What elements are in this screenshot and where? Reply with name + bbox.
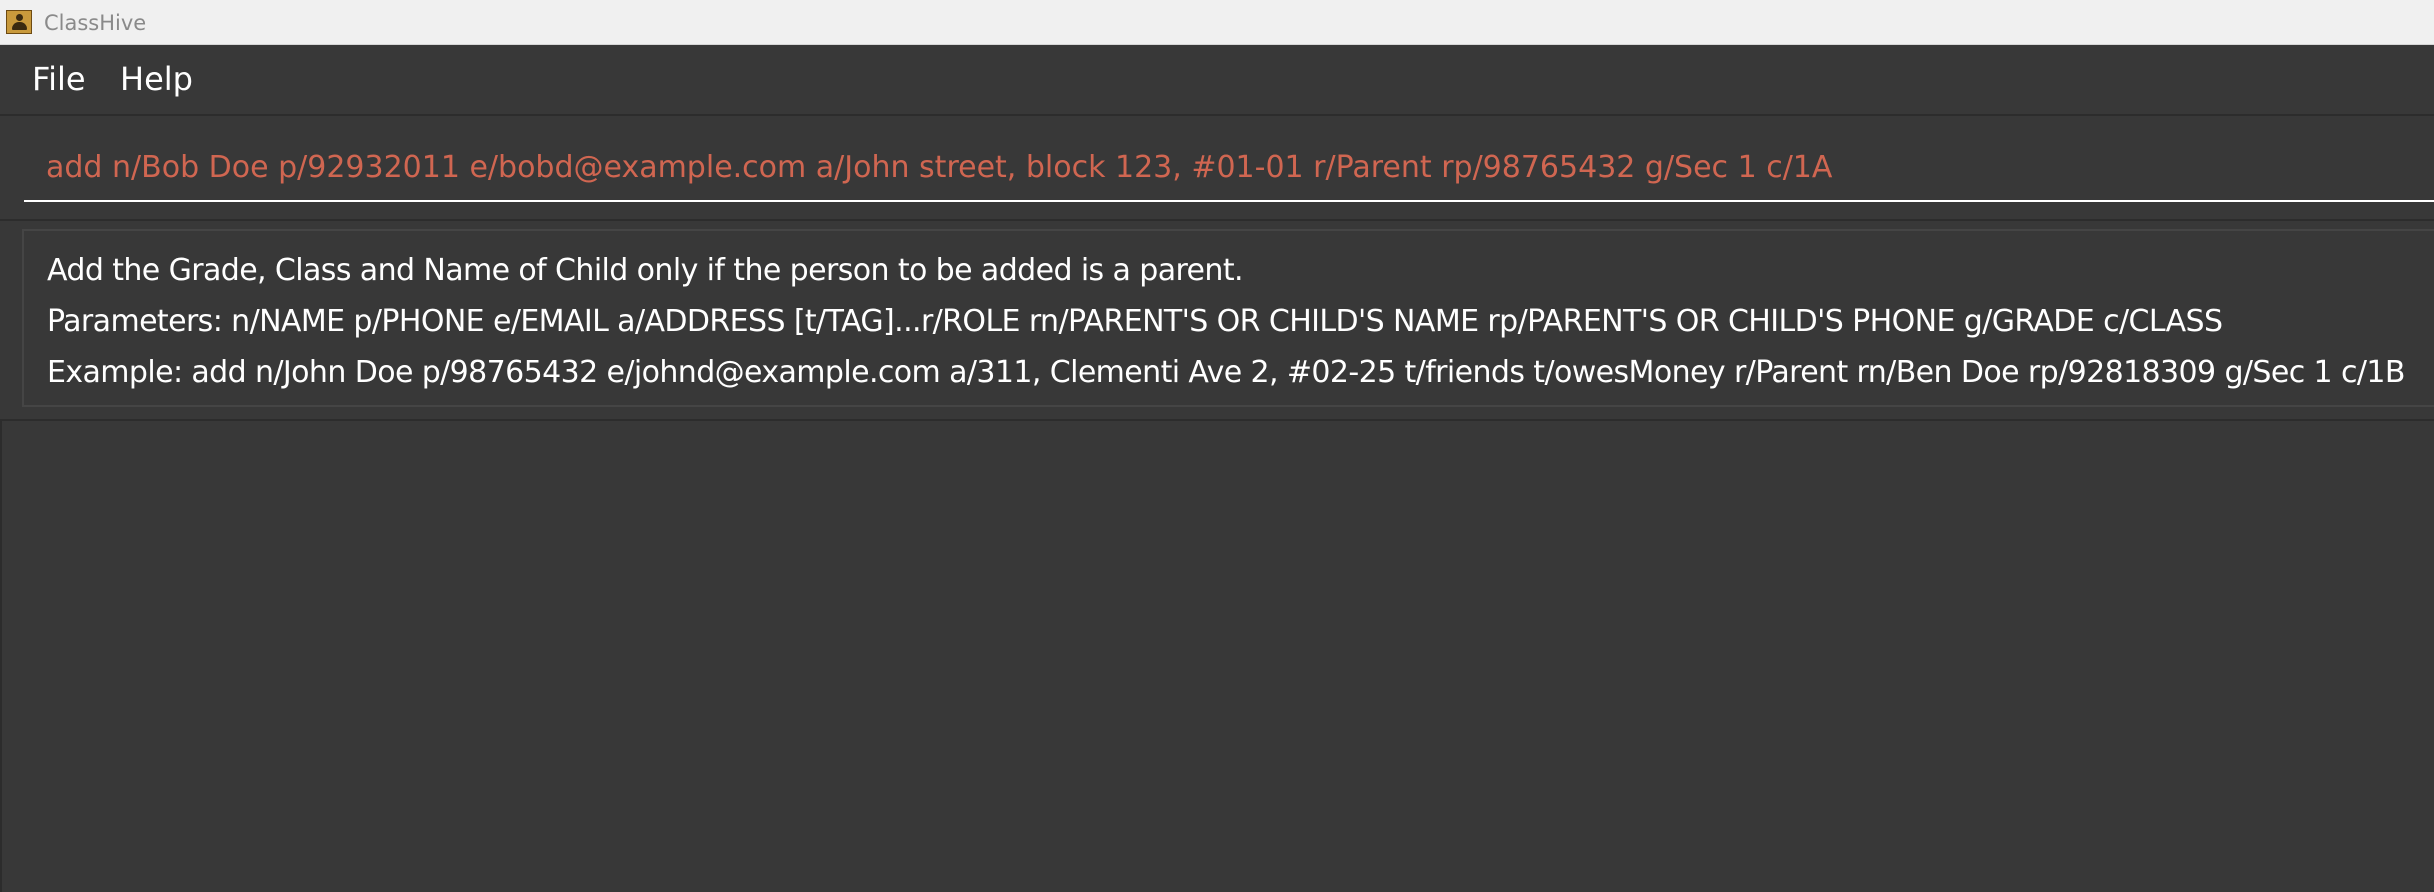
app-icon-head	[16, 14, 23, 21]
result-line-example: Example: add n/John Doe p/98765432 e/joh…	[47, 355, 2405, 390]
menu-help[interactable]: Help	[120, 59, 193, 99]
menu-bar: File Help	[0, 45, 2434, 116]
window-titlebar: ClassHive	[0, 0, 2434, 45]
result-line-usage-note: Add the Grade, Class and Name of Child o…	[47, 253, 1244, 288]
result-display-placeholder: Add the Grade, Class and Name of Child o…	[0, 221, 2434, 421]
app-icon	[6, 10, 32, 34]
person-list-panel	[0, 421, 2434, 892]
menu-file[interactable]: File	[32, 59, 86, 99]
command-input[interactable]	[24, 134, 2434, 202]
result-line-parameters: Parameters: n/NAME p/PHONE e/EMAIL a/ADD…	[47, 304, 2223, 339]
command-box-placeholder	[0, 116, 2434, 221]
window-title: ClassHive	[44, 11, 147, 35]
result-display: Add the Grade, Class and Name of Child o…	[22, 229, 2434, 407]
app-icon-body	[12, 22, 27, 30]
